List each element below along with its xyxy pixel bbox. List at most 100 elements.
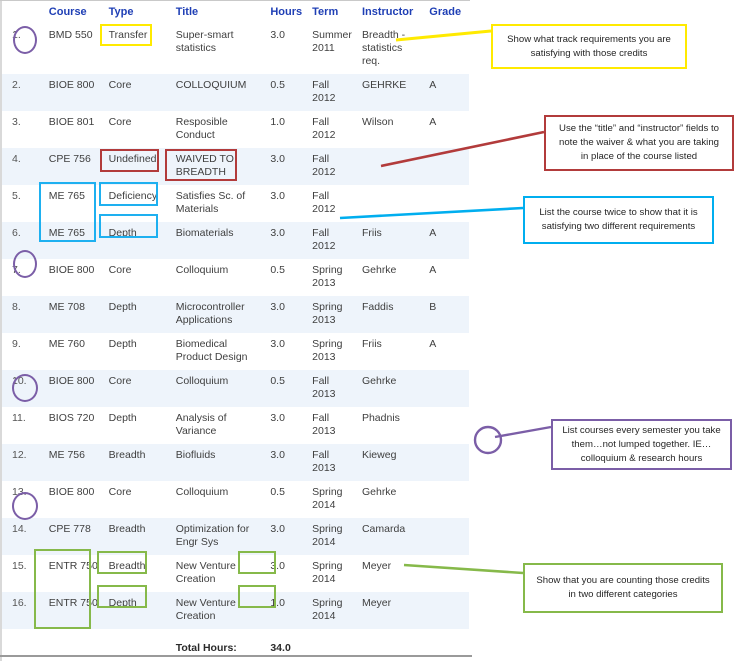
- row-hours: 3.0: [266, 333, 309, 370]
- table-row[interactable]: 11. BIOS 720 Depth Analysis of Variance 3.0 F…: [1, 407, 469, 444]
- row-term: Fall 2013: [308, 407, 358, 444]
- highlight-row15-hours: [238, 551, 276, 574]
- table-row[interactable]: 1. BMD 550 Transfer Super-smart statistics 3…: [1, 24, 469, 74]
- row-course: BIOE 800: [44, 370, 105, 407]
- row-type: Core: [104, 74, 172, 111]
- row-hours: 0.5: [266, 370, 309, 407]
- row-instructor: GEHRKE: [357, 74, 426, 111]
- row-grade: A: [425, 259, 469, 296]
- row-title: Super-smart statistics: [171, 24, 267, 74]
- row-hours: 0.5: [266, 259, 309, 296]
- table-row[interactable]: 9. ME 760 Depth Biomedical Product Design 3.…: [1, 333, 469, 370]
- column-header-hours[interactable]: Hours: [266, 1, 309, 24]
- row-term: Fall 2012: [308, 111, 358, 148]
- row-term: Fall 2012: [308, 74, 358, 111]
- callout-blue-text: List the course twice to show that it is…: [539, 207, 698, 232]
- row-title: Analysis of Variance: [171, 407, 267, 444]
- row-type: Breadth: [104, 518, 172, 555]
- row-term: Spring 2014: [308, 592, 358, 629]
- row-course: CPE 756: [44, 148, 105, 185]
- row-course: BIOE 800: [44, 481, 105, 518]
- column-header-type[interactable]: Type: [104, 1, 172, 24]
- row-hours: 1.0: [266, 111, 309, 148]
- highlight-row4-title: [165, 149, 237, 181]
- leader-line-purple: [494, 425, 552, 439]
- row-term: Fall 2012: [308, 222, 358, 259]
- callout-list-twice: List the course twice to show that it is…: [523, 196, 714, 244]
- row-instructor: Meyer: [357, 555, 426, 592]
- row-hours: 3.0: [266, 407, 309, 444]
- row-title: Resposible Conduct: [171, 111, 267, 148]
- row-instructor: Breadth - statistics req.: [357, 24, 426, 74]
- row-term: Fall 2012: [308, 185, 358, 222]
- highlight-row6-type: [99, 214, 158, 238]
- column-header-instructor[interactable]: Instructor: [357, 1, 426, 24]
- column-header-title[interactable]: Title: [171, 1, 267, 24]
- table-row[interactable]: 7. BIOE 800 Core Colloquium 0.5 Spring 2013 Ge…: [1, 259, 469, 296]
- callout-every-semester: List courses every semester you take the…: [551, 419, 732, 470]
- row-instructor: Meyer: [357, 592, 426, 629]
- column-header-term[interactable]: Term: [308, 1, 358, 24]
- row-type: Core: [104, 370, 172, 407]
- row-index: 4.: [1, 148, 45, 185]
- row-type: Depth: [104, 407, 172, 444]
- row-title: Microcontroller Applications: [171, 296, 267, 333]
- row-instructor: [357, 185, 426, 222]
- row-course: BMD 550: [44, 24, 105, 74]
- row-grade: [425, 481, 469, 518]
- row-term: Spring 2014: [308, 518, 358, 555]
- row-type: Core: [104, 481, 172, 518]
- callout-purple-text: List courses every semester you take the…: [562, 424, 721, 464]
- table-row[interactable]: 13. BIOE 800 Core Colloquium 0.5 Spring 2014 G…: [1, 481, 469, 518]
- row-grade: A: [425, 111, 469, 148]
- table-row[interactable]: 8. ME 708 Depth Microcontroller Application…: [1, 296, 469, 333]
- table-header-row: Course Type Title Hours Term Instructor …: [1, 1, 469, 24]
- highlight-row16-hours: [238, 585, 276, 608]
- row-index: 2.: [1, 74, 45, 111]
- row-instructor: Faddis: [357, 296, 426, 333]
- row-type: Depth: [104, 333, 172, 370]
- row-number-circle-10: [12, 374, 38, 402]
- row-number-circle-1: [13, 26, 37, 54]
- row-hours: 0.5: [266, 481, 309, 518]
- row-grade: [425, 518, 469, 555]
- row-type: Depth: [104, 296, 172, 333]
- table-row[interactable]: 3. BIOE 801 Core Resposible Conduct 1.0 Fall …: [1, 111, 469, 148]
- row-grade: A: [425, 333, 469, 370]
- row-hours: 3.0: [266, 148, 309, 185]
- row-term: Spring 2014: [308, 555, 358, 592]
- row-hours: 3.0: [266, 518, 309, 555]
- callout-yellow-text: Show what track requirements you are sat…: [507, 33, 671, 59]
- highlight-me765-course: [39, 182, 96, 242]
- row-term: Spring 2014: [308, 481, 358, 518]
- table-row[interactable]: 2. BIOE 800 Core COLLOQUIUM 0.5 Fall 2012 GEHR…: [1, 74, 469, 111]
- row-grade: A: [425, 74, 469, 111]
- row-grade: [425, 592, 469, 629]
- row-grade: [425, 555, 469, 592]
- row-hours: 3.0: [266, 185, 309, 222]
- row-course: BIOE 800: [44, 74, 105, 111]
- row-grade: B: [425, 296, 469, 333]
- row-type: Core: [104, 259, 172, 296]
- row-grade: [425, 370, 469, 407]
- table-row[interactable]: 10. BIOE 800 Core Colloquium 0.5 Fall 2013 Geh…: [1, 370, 469, 407]
- highlight-row15-type: [97, 551, 147, 574]
- row-title: Satisfies Sc. of Materials: [171, 185, 267, 222]
- column-header-course[interactable]: Course: [44, 1, 105, 24]
- row-title: Biomaterials: [171, 222, 267, 259]
- row-index: 3.: [1, 111, 45, 148]
- row-term: Fall 2013: [308, 370, 358, 407]
- row-title: COLLOQUIUM: [171, 74, 267, 111]
- row-instructor: Camarda: [357, 518, 426, 555]
- row-term: Fall 2012: [308, 148, 358, 185]
- row-type: Core: [104, 111, 172, 148]
- row-term: Spring 2013: [308, 296, 358, 333]
- row-instructor: Phadnis: [357, 407, 426, 444]
- table-header: Course Type Title Hours Term Instructor …: [1, 1, 469, 24]
- column-header-grade[interactable]: Grade: [425, 1, 469, 24]
- row-instructor: Wilson: [357, 111, 426, 148]
- row-course: ME 756: [44, 444, 105, 481]
- row-term: Summer 2011: [308, 24, 358, 74]
- row-title: Biofluids: [171, 444, 267, 481]
- table-row[interactable]: 12. ME 756 Breadth Biofluids 3.0 Fall 2013 Kie…: [1, 444, 469, 481]
